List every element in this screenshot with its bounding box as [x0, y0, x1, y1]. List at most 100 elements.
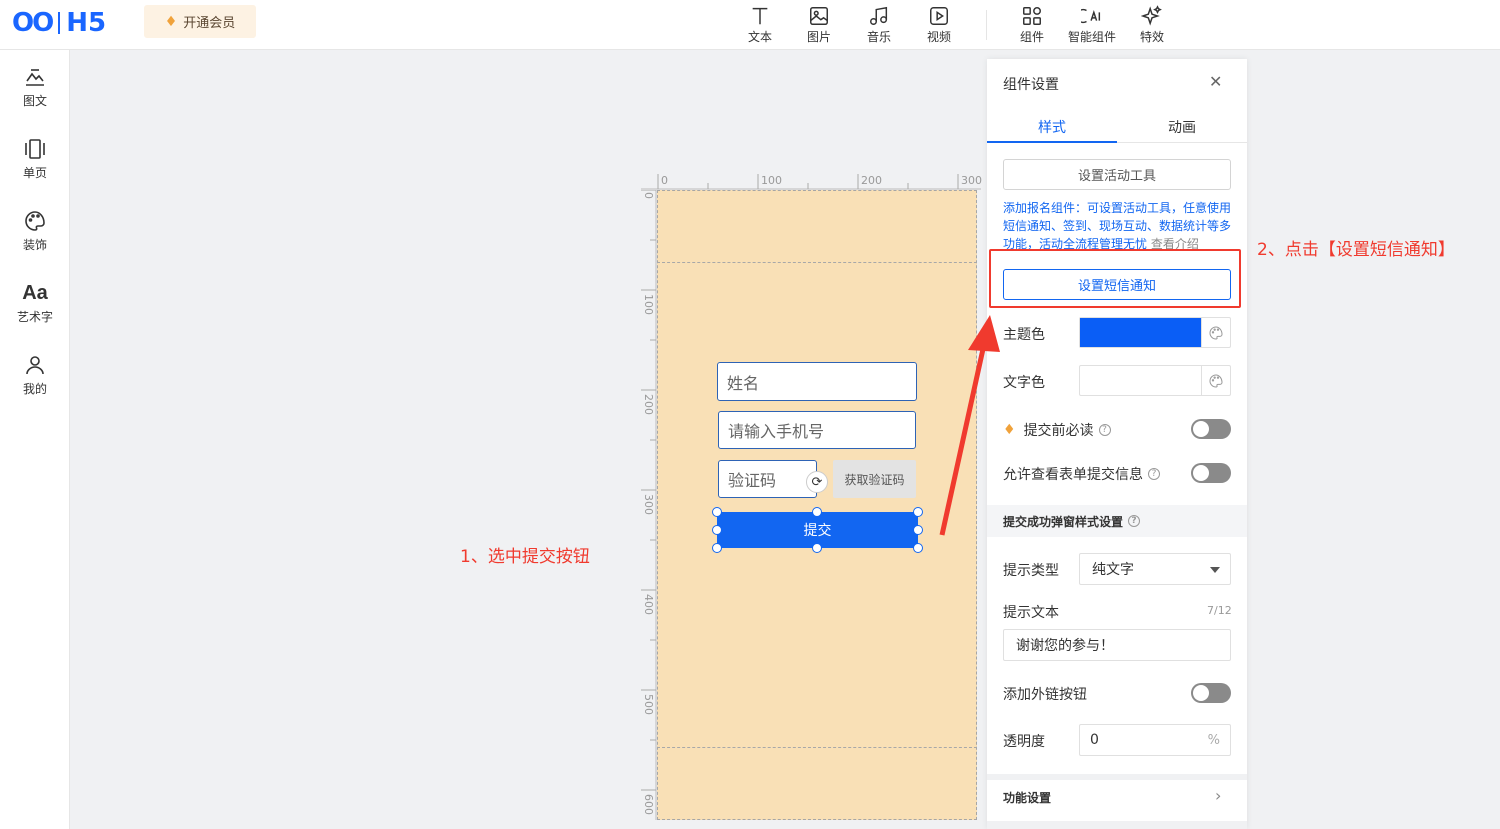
sidebar-item-label: 艺术字	[16, 310, 53, 324]
text-color-picker[interactable]	[1079, 365, 1231, 396]
effects-icon	[1127, 2, 1177, 30]
tool-text[interactable]: 文本	[735, 2, 785, 44]
music-icon	[854, 2, 904, 30]
user-icon	[0, 350, 70, 380]
resize-handle[interactable]	[913, 543, 923, 553]
sidebar-item-decoration[interactable]: 装饰	[0, 206, 70, 253]
logo-text: H5	[66, 8, 107, 38]
phone-input[interactable]: 请输入手机号	[718, 411, 916, 449]
sidebar-item-image-text[interactable]: 图文	[0, 62, 70, 109]
verification-code-input[interactable]: 验证码	[718, 460, 817, 498]
ai-components-icon	[1067, 2, 1117, 30]
single-page-icon	[0, 134, 70, 164]
left-sidebar: 图文 单页 装饰 Aa 艺术字 我的	[0, 50, 70, 829]
hint-type-value: 纯文字	[1092, 562, 1134, 578]
name-input[interactable]: 姓名	[717, 362, 917, 401]
tool-music[interactable]: 音乐	[854, 2, 904, 44]
tool-image[interactable]: 图片	[794, 2, 844, 44]
components-icon	[1007, 2, 1057, 30]
activity-tool-description: 添加报名组件：可设置活动工具，任意使用短信通知、签到、现场互动、数据统计等多功能…	[1003, 199, 1235, 253]
logo-mark: OO	[12, 8, 54, 38]
ruler-tick-label: 600	[642, 794, 655, 815]
tool-label: 文本	[747, 30, 772, 44]
tool-effects[interactable]: 特效	[1127, 2, 1177, 44]
function-settings[interactable]: 功能设置	[1003, 789, 1051, 806]
image-icon	[794, 2, 844, 30]
sidebar-item-label: 我的	[22, 382, 47, 396]
h5-page-canvas[interactable]	[657, 190, 977, 820]
hint-text-label: 提示文本	[1003, 605, 1059, 621]
palette-icon[interactable]	[1201, 366, 1230, 395]
sidebar-item-art-text[interactable]: Aa 艺术字	[0, 278, 70, 325]
ruler-tick-label: 300	[961, 174, 982, 187]
panel-divider	[987, 821, 1247, 829]
must-read-toggle[interactable]	[1191, 419, 1231, 439]
component-settings-panel: 组件设置 ✕ 样式 动画 设置活动工具 添加报名组件：可设置活动工具，任意使用短…	[987, 59, 1247, 829]
chevron-right-icon[interactable]: ›	[1215, 786, 1221, 805]
allow-view-toggle[interactable]	[1191, 463, 1231, 483]
theme-color-swatch[interactable]	[1080, 318, 1202, 347]
help-icon[interactable]: ?	[1148, 468, 1160, 480]
ruler-tick-label: 400	[642, 594, 655, 615]
vip-button[interactable]: ♦ 开通会员	[144, 5, 256, 38]
chevron-down-icon	[1210, 567, 1220, 573]
sidebar-item-single-page[interactable]: 单页	[0, 134, 70, 181]
resize-handle[interactable]	[913, 507, 923, 517]
ruler-tick-label: 200	[642, 394, 655, 415]
theme-color-picker[interactable]	[1079, 317, 1231, 348]
safe-area-bottom-line	[657, 747, 977, 748]
ruler-tick-label: 300	[642, 494, 655, 515]
sidebar-item-label: 单页	[22, 166, 47, 180]
logo[interactable]: OO H5	[12, 8, 106, 38]
tool-label: 智能组件	[1067, 30, 1116, 44]
resize-handle[interactable]	[913, 525, 923, 535]
resize-handle[interactable]	[812, 507, 822, 517]
opacity-label: 透明度	[1003, 734, 1045, 750]
image-text-icon	[0, 62, 70, 92]
get-code-button[interactable]: 获取验证码	[833, 460, 916, 498]
hint-type-select[interactable]: 纯文字	[1079, 553, 1231, 585]
help-icon[interactable]: ?	[1128, 515, 1141, 527]
vip-label: 开通会员	[183, 16, 236, 31]
ruler-tick-label: 0	[642, 192, 655, 199]
annotation-step2: 2、点击【设置短信通知】	[1257, 240, 1455, 260]
vertical-ruler: 0 100 200 300 400 500 600	[641, 190, 657, 820]
palette-icon[interactable]	[1201, 318, 1230, 347]
hint-text-counter: 7/12	[1207, 604, 1232, 617]
ruler-tick-label: 100	[642, 294, 655, 315]
tool-label: 图片	[806, 30, 831, 44]
tab-animation[interactable]: 动画	[1117, 117, 1247, 137]
external-link-toggle[interactable]	[1191, 683, 1231, 703]
resize-handle[interactable]	[812, 543, 822, 553]
panel-title: 组件设置	[1003, 77, 1059, 93]
top-bar: OO H5 ♦ 开通会员 文本 图片 音乐 视频 组件 智能组件 特效	[0, 0, 1500, 50]
ruler-tick-label: 0	[661, 174, 668, 187]
tool-label: 音乐	[866, 30, 891, 44]
resize-handle[interactable]	[712, 507, 722, 517]
resize-handle[interactable]	[712, 543, 722, 553]
tool-label: 组件	[1019, 30, 1044, 44]
tab-style[interactable]: 样式	[987, 117, 1117, 137]
sidebar-item-label: 装饰	[22, 238, 47, 252]
opacity-input[interactable]: 0 %	[1079, 724, 1231, 756]
resize-handle[interactable]	[712, 525, 722, 535]
external-link-label: 添加外链按钮	[1003, 687, 1087, 703]
close-icon[interactable]: ✕	[1209, 72, 1222, 91]
sidebar-item-mine[interactable]: 我的	[0, 350, 70, 397]
hint-text-input[interactable]: 谢谢您的参与！	[1003, 629, 1231, 661]
sidebar-item-label: 图文	[22, 94, 47, 108]
vip-gem-icon: ♦	[164, 13, 178, 30]
tool-components[interactable]: 组件	[1007, 2, 1057, 44]
refresh-icon[interactable]: ⟳	[806, 471, 828, 493]
tool-ai-components[interactable]: 智能组件	[1067, 2, 1117, 44]
tool-video[interactable]: 视频	[914, 2, 964, 44]
safe-area-top-line	[657, 262, 977, 263]
annotation-step1: 1、选中提交按钮	[460, 547, 590, 567]
help-icon[interactable]: ?	[1098, 424, 1111, 436]
tool-label: 视频	[926, 30, 951, 44]
opacity-value: 0	[1090, 732, 1099, 748]
must-read-label: 提交前必读	[1023, 423, 1094, 439]
hint-type-label: 提示类型	[1003, 563, 1059, 579]
set-activity-tool-button[interactable]: 设置活动工具	[1003, 159, 1231, 190]
toolbar-divider	[986, 10, 987, 40]
